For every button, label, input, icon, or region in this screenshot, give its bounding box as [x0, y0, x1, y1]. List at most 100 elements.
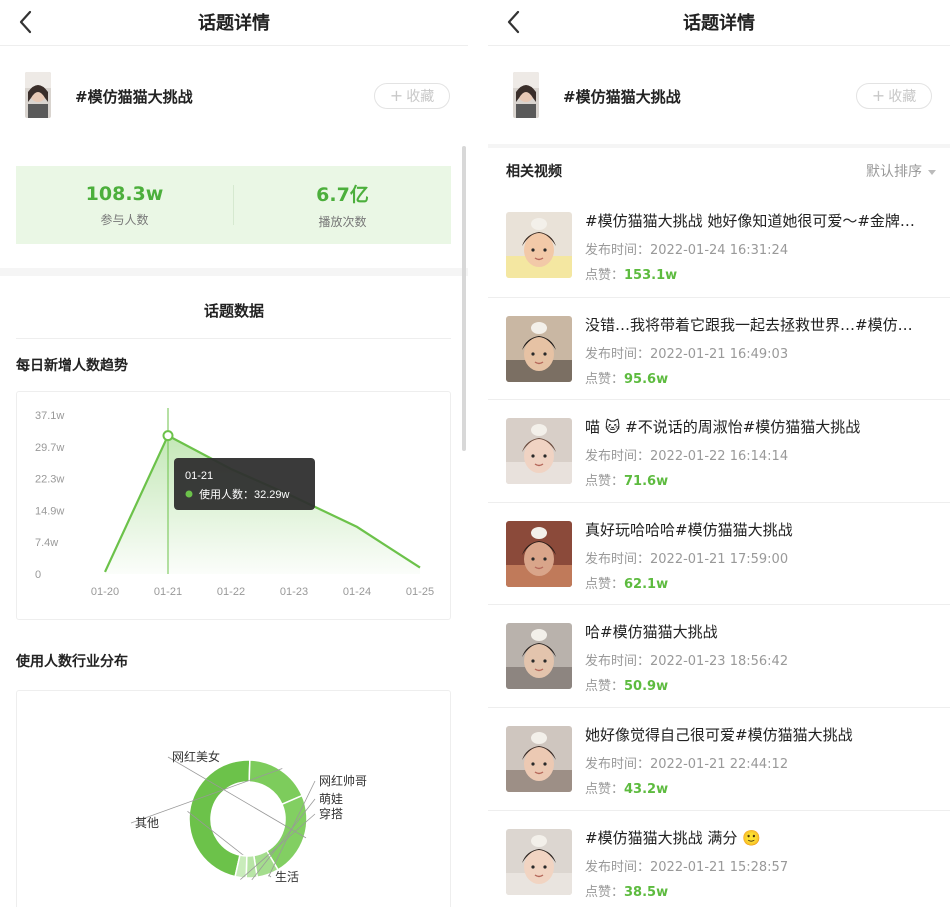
- donut-slice[interactable]: [248, 759, 304, 806]
- video-publish-time: 发布时间：2022-01-24 16:31:24: [585, 239, 788, 258]
- donut-slice[interactable]: [265, 794, 308, 871]
- video-title[interactable]: #模仿猫猫大挑战 她好像知道她很可爱～#金牌…: [585, 210, 937, 231]
- stat-value: 108.3w: [85, 182, 164, 205]
- video-title[interactable]: 没错…我将带着它跟我一起去拯救世界…#模仿…: [585, 314, 937, 335]
- scrollbar[interactable]: [462, 146, 466, 451]
- publish-time-value: 2022-01-23 18:56:42: [650, 654, 789, 670]
- video-thumbnail[interactable]: [506, 212, 572, 278]
- video-item[interactable]: 真好玩哈哈哈#模仿猫猫大挑战 发布时间：2022-01-21 17:59:00 点赞…: [488, 501, 950, 605]
- video-publish-time: 发布时间：2022-01-23 18:56:42: [585, 650, 788, 669]
- video-publish-time: 发布时间：2022-01-21 15:28:57: [585, 856, 788, 875]
- slice-label: 其他: [135, 816, 159, 830]
- trend-line-chart[interactable]: 07.4w14.9w22.3w29.7w37.1w 01-20 01-21 01-2…: [17, 392, 452, 621]
- video-thumbnail[interactable]: [506, 315, 572, 382]
- publish-time-value: 2022-01-21 17:59:00: [650, 551, 789, 567]
- tooltip-label: 使用人数：32.29w: [199, 488, 290, 501]
- chart-tooltip: 01-21 使用人数：32.29w: [174, 458, 315, 510]
- publish-time-label: 发布时间：: [585, 756, 651, 772]
- likes-value: 43.2w: [624, 781, 669, 797]
- likes-label: 点赞：: [585, 268, 625, 283]
- favorite-button[interactable]: + 收藏: [856, 83, 932, 109]
- x-tick-label: 01-24: [343, 586, 371, 598]
- publish-time-value: 2022-01-24 16:31:24: [650, 243, 789, 258]
- slice-label: 生活: [275, 870, 299, 884]
- topic-stats: 108.3w 参与人数 6.7亿 播放次数: [16, 166, 451, 244]
- favorite-label: 收藏: [406, 89, 435, 105]
- likes-label: 点赞：: [585, 576, 625, 592]
- video-publish-time: 发布时间：2022-01-21 22:44:12: [585, 753, 788, 772]
- slice-label: 萌娃: [319, 792, 343, 806]
- publish-time-label: 发布时间：: [585, 449, 651, 465]
- video-thumbnail[interactable]: [506, 520, 572, 587]
- favorite-button[interactable]: + 收藏: [374, 83, 450, 109]
- video-item[interactable]: 喵 🐱 #不说话的周淑怡#模仿猫猫大挑战发布时间：2022-01-22 16:1…: [488, 399, 950, 502]
- publish-time-value: 2022-01-21 15:28:57: [650, 859, 789, 875]
- trend-chart-title: 每日新增人数趋势: [16, 358, 128, 374]
- favorite-label: 收藏: [888, 89, 917, 105]
- industry-donut-chart[interactable]: 生活 其他 网红美女网红帅哥萌娃穿搭: [17, 691, 452, 907]
- topic-header: #模仿猫猫大挑战 + 收藏: [488, 46, 950, 144]
- likes-value: 50.9w: [624, 679, 669, 695]
- distribution-chart-title: 使用人数行业分布: [16, 654, 128, 670]
- sort-dropdown[interactable]: 默认排序: [866, 161, 936, 181]
- publish-time-label: 发布时间：: [585, 551, 651, 567]
- topic-detail-screen-left: 话题详情 #模仿猫猫大挑战 + 收藏 108.3w 参与人数 6.7亿 播放次数: [0, 0, 468, 907]
- likes-label: 点赞：: [585, 371, 625, 387]
- likes-value: 153.1w: [624, 268, 678, 283]
- video-item[interactable]: #模仿猫猫大挑战 满分 🙂 发布时间：2022-01-21 15:28:57 点赞：…: [488, 809, 950, 907]
- publish-time-label: 发布时间：: [585, 346, 651, 362]
- related-videos-header: 相关视频 默认排序: [488, 146, 950, 194]
- video-likes: 点赞：62.1w: [585, 573, 668, 592]
- page-title: 话题详情: [198, 13, 270, 34]
- divider: [16, 338, 451, 339]
- video-likes: 点赞：38.5w: [585, 881, 668, 900]
- plus-icon: +: [389, 86, 404, 105]
- video-thumbnail[interactable]: [506, 418, 572, 485]
- stat-label: 参与人数: [100, 212, 149, 227]
- video-title[interactable]: 喵 🐱 #不说话的周淑怡#模仿猫猫大挑战: [585, 416, 937, 437]
- stat-plays: 6.7亿 播放次数: [234, 180, 451, 230]
- topic-detail-screen-right: 话题详情 #模仿猫猫大挑战 + 收藏 相关视频 默认排序 #模仿猫猫大挑战 她好…: [488, 0, 950, 907]
- y-tick-label: 0: [35, 569, 41, 581]
- label-leader-line: [251, 798, 316, 881]
- video-title[interactable]: #模仿猫猫大挑战 满分 🙂: [585, 827, 937, 848]
- video-title[interactable]: 哈#模仿猫猫大挑战: [585, 621, 937, 642]
- likes-value: 71.6w: [624, 474, 669, 490]
- nav-bar: 话题详情: [488, 0, 950, 46]
- hover-point: [162, 430, 174, 442]
- publish-time-label: 发布时间：: [585, 859, 651, 875]
- video-item[interactable]: 她好像觉得自己很可爱#模仿猫猫大挑战 发布时间：2022-01-21 22:44:…: [488, 706, 950, 810]
- distribution-chart-card: 生活 其他 网红美女 网红帅哥 萌娃 穿搭: [16, 690, 451, 907]
- likes-label: 点赞：: [585, 474, 625, 490]
- y-tick-label: 7.4w: [35, 537, 58, 549]
- video-thumbnail[interactable]: [506, 725, 572, 792]
- video-thumbnail[interactable]: [506, 828, 572, 895]
- trend-chart-card: 0 7.4w 14.9w 22.3w 29.7w 37.1w 01-20 01-21 01-2…: [16, 391, 451, 620]
- page-title: 话题详情: [683, 13, 755, 34]
- stat-participants: 108.3w 参与人数: [16, 183, 233, 228]
- video-item[interactable]: 哈#模仿猫猫大挑战 发布时间：2022-01-23 18:56:42 点赞：50.9…: [488, 604, 950, 707]
- video-item[interactable]: #模仿猫猫大挑战 她好像知道她很可爱～#金牌… 发布时间：2022-01-24 1…: [488, 194, 950, 297]
- video-likes: 点赞：71.6w: [585, 470, 668, 489]
- stat-label: 播放次数: [318, 215, 367, 229]
- video-thumbnail[interactable]: [506, 623, 572, 690]
- x-tick-label: 01-20: [91, 586, 119, 598]
- publish-time-value: 2022-01-22 16:14:14: [650, 449, 789, 465]
- tooltip-date: 01-21: [185, 470, 213, 482]
- y-tick-label: 14.9w: [35, 505, 64, 517]
- likes-label: 点赞：: [585, 884, 625, 900]
- video-item[interactable]: 没错…我将带着它跟我一起去拯救世界…#模仿… 发布时间：2022-01-21 16…: [488, 296, 950, 400]
- caret-down-icon: [928, 169, 936, 175]
- topic-header: #模仿猫猫大挑战 + 收藏: [0, 46, 468, 144]
- likes-label: 点赞：: [585, 781, 625, 797]
- video-likes: 点赞：95.6w: [585, 368, 668, 387]
- topic-name: #模仿猫猫大挑战: [75, 88, 193, 106]
- video-likes: 点赞：43.2w: [585, 778, 668, 797]
- video-title[interactable]: 她好像觉得自己很可爱#模仿猫猫大挑战: [585, 724, 937, 745]
- video-list: #模仿猫猫大挑战 她好像知道她很可爱～#金牌… 发布时间：2022-01-24 1…: [488, 194, 950, 907]
- video-publish-time: 发布时间：2022-01-21 17:59:00: [585, 548, 788, 567]
- video-title[interactable]: 真好玩哈哈哈#模仿猫猫大挑战: [585, 519, 937, 540]
- likes-value: 38.5w: [624, 884, 669, 900]
- publish-time-value: 2022-01-21 16:49:03: [650, 346, 789, 362]
- nav-bar: 话题详情: [0, 0, 468, 46]
